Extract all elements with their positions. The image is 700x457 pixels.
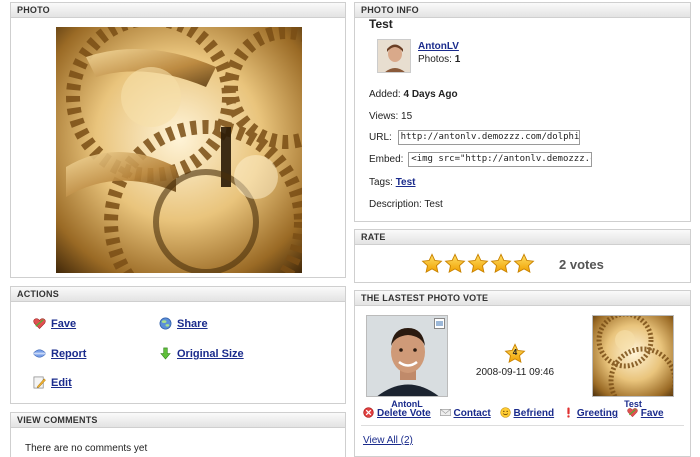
profile-badge-icon: [434, 318, 445, 329]
owner-avatar[interactable]: [377, 39, 411, 73]
divider: [361, 425, 684, 426]
embed-field[interactable]: <img src="http://antonlv.demozzz.com/dol…: [408, 152, 593, 167]
star-icon[interactable]: [467, 253, 489, 275]
befriend-action[interactable]: Befriend: [499, 407, 555, 419]
owner-name-link[interactable]: AntonLV: [418, 41, 459, 52]
embed-label: Embed:: [369, 154, 404, 166]
delete-vote-action[interactable]: Delete Vote: [363, 407, 431, 419]
main-photo[interactable]: [56, 27, 302, 273]
heart-icon: [627, 408, 638, 418]
added-value: 4 Days Ago: [403, 89, 458, 100]
globe-icon: [159, 317, 172, 330]
added-label: Added:: [369, 89, 401, 100]
avatar-image: [378, 40, 410, 72]
contact-link[interactable]: Contact: [454, 408, 491, 419]
actions-panel: ACTIONS Fave Share Report Original Size …: [10, 286, 346, 404]
share-link[interactable]: Share: [177, 316, 208, 332]
last-vote-panel: THE LASTEST PHOTO VOTE AntonL 4 2008-09-…: [354, 290, 691, 457]
download-arrow-icon: [160, 347, 171, 360]
star-icon[interactable]: [421, 253, 443, 275]
greeting-link[interactable]: Greeting: [577, 408, 618, 419]
photo-info-panel: PHOTO INFO Test AntonLV Photos: 1 Added:…: [354, 2, 691, 222]
panel-header: VIEW COMMENTS: [11, 413, 345, 428]
vote-value: 4: [512, 348, 518, 357]
comments-panel: VIEW COMMENTS There are no comments yet: [10, 412, 346, 457]
url-row: URL: http://antonlv.demozzz.com/dolphin6…: [369, 130, 682, 145]
fave-vote-link[interactable]: Fave: [641, 408, 664, 419]
gears-thumb-image: [593, 316, 673, 396]
delete-vote-link[interactable]: Delete Vote: [377, 408, 431, 419]
star-icon[interactable]: [513, 253, 535, 275]
photo-panel: PHOTO: [10, 2, 346, 278]
report-link[interactable]: Report: [51, 346, 86, 362]
heart-icon: [33, 318, 46, 330]
views-row: Views: 15: [369, 111, 413, 122]
exclamation-icon: [567, 407, 570, 418]
tags-row: Tags: Test: [369, 177, 682, 189]
edit-icon: [33, 376, 46, 389]
fave-vote-action[interactable]: Fave: [627, 407, 664, 419]
star-icon[interactable]: [444, 253, 466, 275]
vote-date: 2008-09-11 09:46: [475, 367, 555, 378]
no-comments-text: There are no comments yet: [25, 443, 148, 454]
fave-link[interactable]: Fave: [51, 316, 76, 332]
panel-header: PHOTO INFO: [355, 3, 690, 18]
envelope-icon: [439, 409, 451, 416]
edit-link[interactable]: Edit: [51, 375, 72, 391]
added-row: Added: 4 Days Ago: [369, 89, 682, 101]
voter-photo[interactable]: [366, 315, 448, 397]
view-all-link[interactable]: View All (2): [363, 435, 413, 446]
gears-image: [56, 27, 302, 273]
url-field[interactable]: http://antonlv.demozzz.com/dolphin614/ph…: [397, 130, 580, 145]
panel-header: RATE: [355, 230, 690, 245]
photos-label: Photos:: [418, 54, 452, 65]
greeting-action[interactable]: Greeting: [563, 407, 618, 419]
contact-action[interactable]: Contact: [439, 407, 491, 419]
original-size-link[interactable]: Original Size: [177, 346, 244, 362]
votes-count: 2 votes: [559, 257, 604, 272]
report-icon: [33, 349, 46, 358]
voted-photo-thumb[interactable]: [592, 315, 674, 397]
star-icon[interactable]: [490, 253, 512, 275]
url-label: URL:: [369, 132, 392, 144]
panel-header: ACTIONS: [11, 287, 345, 302]
embed-row: Embed: <img src="http://antonlv.demozzz.…: [369, 152, 682, 167]
befriend-link[interactable]: Befriend: [514, 408, 555, 419]
smiley-icon: [499, 407, 511, 418]
delete-icon: [363, 407, 374, 418]
photo-title: Test: [369, 17, 393, 31]
owner-block: AntonLV Photos: 1: [377, 39, 682, 79]
tag-link[interactable]: Test: [396, 177, 416, 188]
photos-count: 1: [454, 54, 461, 65]
rate-panel: RATE 2 votes: [354, 229, 691, 283]
panel-header: THE LASTEST PHOTO VOTE: [355, 291, 690, 306]
description-row: Description: Test: [369, 199, 443, 210]
panel-header: PHOTO: [11, 3, 345, 18]
vote-actions: Delete Vote Contact Befriend Greeting Fa…: [363, 407, 670, 421]
rating-stars[interactable]: [421, 253, 536, 278]
tags-label: Tags:: [369, 177, 393, 188]
